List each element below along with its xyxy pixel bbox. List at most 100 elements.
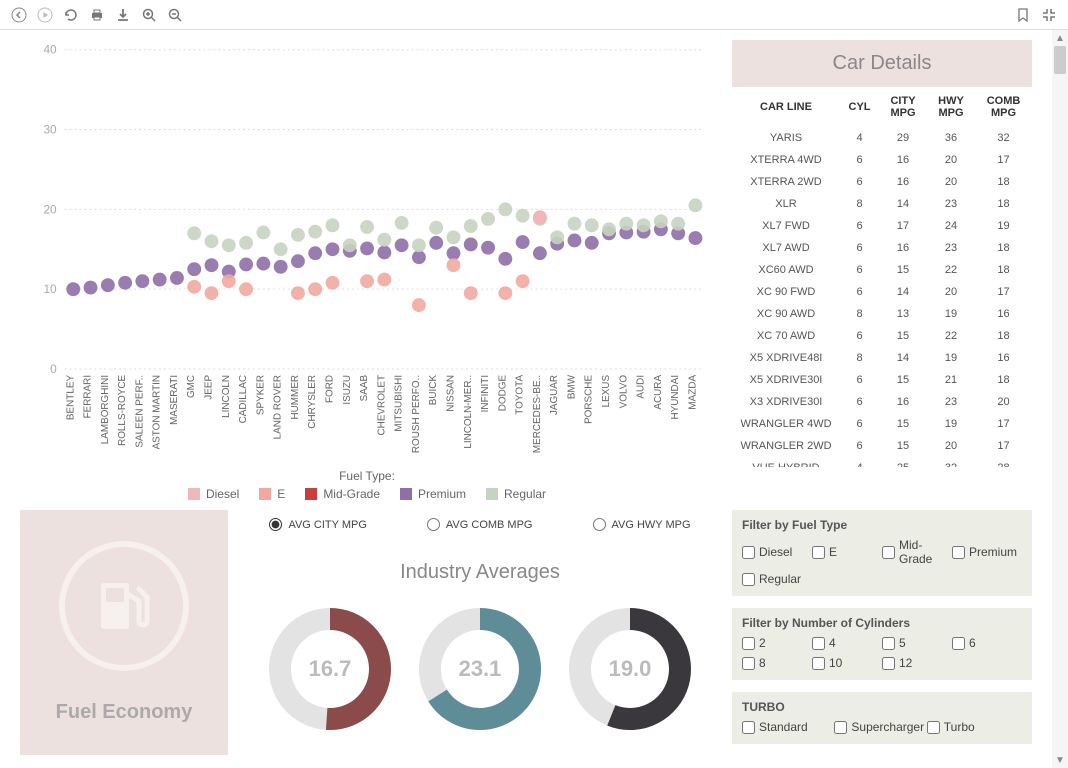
filter-checkbox[interactable]: 4 [812,636,882,650]
legend-label: E [277,487,285,501]
legend: Fuel Type: Diesel E Mid-Grade Premium Regula… [20,469,714,501]
filter-box: TURBOStandardSuperchargerTurbo [732,692,1032,744]
table-row[interactable]: X5 XDRIVE48I8141916 [732,347,1032,369]
metric-radio[interactable]: AVG CITY MPG [269,518,366,531]
vertical-scrollbar[interactable]: ▲ ▼ [1052,30,1068,768]
legend-label: Premium [418,487,466,501]
scroll-thumb[interactable] [1054,46,1066,74]
legend-label: Mid-Grade [323,487,380,501]
svg-text:NISSAN: NISSAN [445,375,456,412]
legend-item[interactable]: E [259,487,285,501]
donut-value: 19.0 [609,656,652,682]
legend-swatch [188,488,200,500]
filter-checkbox[interactable]: 8 [742,656,812,670]
filter-checkbox[interactable]: Standard [742,720,834,734]
filter-title: Filter by Fuel Type [742,518,1022,532]
svg-text:40: 40 [43,43,57,57]
filter-box: Filter by Fuel Type DieselEMid-GradePremi… [732,510,1032,596]
legend-title: Fuel Type: [20,469,714,483]
table-row[interactable]: XTERRA 2WD6162018 [732,171,1032,193]
metric-radio[interactable]: AVG HWY MPG [593,518,691,531]
table-row[interactable]: WRANGLER 2WD6152017 [732,435,1032,457]
svg-text:20: 20 [43,202,57,216]
table-row[interactable]: VUE HYBRID4253228 [732,457,1032,467]
svg-text:DODGE: DODGE [497,375,508,412]
legend-swatch [259,488,271,500]
legend-item[interactable]: Premium [400,487,466,501]
svg-text:CADILLAC: CADILLAC [238,375,249,423]
filter-checkbox[interactable]: Turbo [927,720,1019,734]
table-row[interactable]: XL7 AWD6162318 [732,237,1032,259]
svg-text:LINCOLN-MER..: LINCOLN-MER.. [463,375,474,449]
download-icon[interactable] [114,6,132,24]
filter-checkbox[interactable]: E [812,538,882,566]
filter-checkbox[interactable]: Diesel [742,538,812,566]
svg-text:LEXUS: LEXUS [601,375,612,408]
table-row[interactable]: X5 XDRIVE30I6152118 [732,369,1032,391]
table-header[interactable]: HWY MPG [927,87,975,127]
table-row[interactable]: XC 90 FWD6142017 [732,281,1032,303]
bookmark-icon[interactable] [1014,6,1032,24]
filter-checkbox[interactable]: Regular [742,572,812,586]
table-row[interactable]: XC 70 AWD6152218 [732,325,1032,347]
details-scroll[interactable]: CAR LINECYLCITY MPGHWY MPGCOMB MPG YARIS… [732,87,1032,467]
svg-text:ROUSH PERFO..: ROUSH PERFO.. [411,375,422,453]
filter-checkbox[interactable]: Premium [952,538,1022,566]
table-row[interactable]: XLR8142318 [732,193,1032,215]
refresh-icon[interactable] [62,6,80,24]
zoom-out-icon[interactable] [166,6,184,24]
legend-item[interactable]: Diesel [188,487,239,501]
play-icon[interactable] [36,6,54,24]
svg-text:VOLVO: VOLVO [618,375,629,409]
filter-checkbox[interactable]: 2 [742,636,812,650]
table-row[interactable]: X3 XDRIVE30I6162320 [732,391,1032,413]
zoom-in-icon[interactable] [140,6,158,24]
svg-text:BMW: BMW [566,374,577,399]
table-header[interactable]: COMB MPG [975,87,1032,127]
legend-item[interactable]: Mid-Grade [305,487,380,501]
table-row[interactable]: XC60 AWD6152218 [732,259,1032,281]
content: 010203040BENTLEYFERRARILAMBORGHINIROLLS-… [0,30,1052,768]
table-header[interactable]: CYL [840,87,879,127]
filter-checkbox[interactable]: Mid-Grade [882,538,952,566]
back-icon[interactable] [10,6,28,24]
filter-checkbox[interactable]: 6 [952,636,1022,650]
filter-checkbox[interactable]: 10 [812,656,882,670]
metric-radio[interactable]: AVG COMB MPG [427,518,533,531]
svg-text:SPYKER: SPYKER [255,375,266,415]
svg-text:LINCOLN: LINCOLN [221,375,232,418]
table-header[interactable]: CITY MPG [879,87,927,127]
table-row[interactable]: YARIS4293632 [732,127,1032,149]
legend-item[interactable]: Regular [486,487,546,501]
donut-chart: 19.0 [565,604,695,734]
bottom-row: Fuel Economy AVG CITY MPGAVG COMB MPGAVG… [20,510,1032,755]
donut-value: 23.1 [459,656,502,682]
legend-swatch [486,488,498,500]
table-header[interactable]: CAR LINE [732,87,840,127]
table-row[interactable]: XL7 FWD6172419 [732,215,1032,237]
details-title: Car Details [732,40,1032,87]
toolbar [0,0,1068,30]
svg-text:ASTON MARTIN: ASTON MARTIN [152,375,163,450]
table-row[interactable]: XC 90 AWD8131916 [732,303,1032,325]
donut-value: 16.7 [309,656,352,682]
filter-checkbox[interactable]: 12 [882,656,952,670]
svg-text:LAND ROVER: LAND ROVER [273,375,284,439]
table-row[interactable]: WRANGLER 4WD6151917 [732,413,1032,435]
svg-text:ROLLS-ROYCE: ROLLS-ROYCE [117,375,128,446]
svg-text:SALEEN PERF..: SALEEN PERF.. [134,375,145,448]
table-row[interactable]: XTERRA 4WD6162017 [732,149,1032,171]
svg-text:0: 0 [50,362,57,376]
scroll-up-icon[interactable]: ▲ [1055,32,1065,44]
filter-checkbox[interactable]: 5 [882,636,952,650]
scroll-down-icon[interactable]: ▼ [1055,754,1065,766]
svg-text:JAGUAR: JAGUAR [549,375,560,415]
collapse-icon[interactable] [1040,6,1058,24]
details-table: CAR LINECYLCITY MPGHWY MPGCOMB MPG YARIS… [732,87,1032,467]
svg-text:HUMMER: HUMMER [290,375,301,420]
svg-text:TOYOTA: TOYOTA [515,375,526,415]
svg-text:MASERATI: MASERATI [169,375,180,425]
print-icon[interactable] [88,6,106,24]
svg-text:INFINITI: INFINITI [480,375,491,412]
filter-checkbox[interactable]: Supercharger [834,720,926,734]
